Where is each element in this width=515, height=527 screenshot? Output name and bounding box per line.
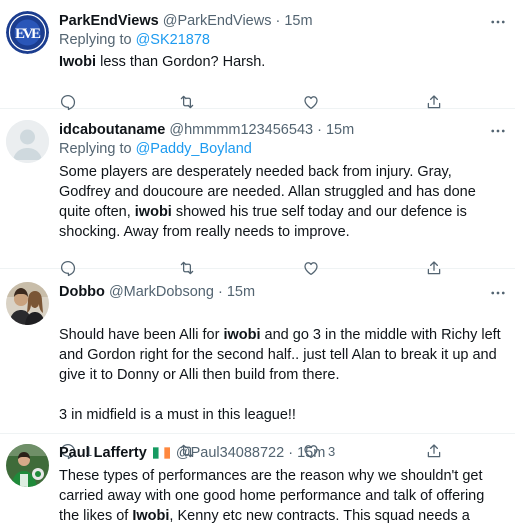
user-handle[interactable]: @Paul34088722 [176, 445, 284, 461]
tweet-text-part: iwobi [134, 204, 172, 220]
user-handle[interactable]: @hmmmm123456543 [169, 122, 313, 138]
user-handle[interactable]: @MarkDobsong [109, 284, 214, 300]
parkendviews-logo: E V E [6, 11, 49, 54]
tweet[interactable]: Paul Lafferty @Paul34088722 · 15m These … [0, 434, 515, 527]
tweet[interactable]: Dobbo @MarkDobsong · 15m Should have bee… [0, 269, 515, 460]
separator: · [313, 122, 326, 138]
timestamp[interactable]: 15m [284, 13, 312, 29]
reply-feed: E V E ParkEndViews @ParkEndViews · 15m R… [0, 0, 515, 527]
more-icon[interactable] [487, 282, 509, 304]
user-photo [6, 282, 49, 325]
separator: · [213, 284, 227, 300]
avatar[interactable] [6, 120, 49, 163]
user-handle[interactable]: @ParkEndViews [163, 13, 272, 29]
replying-to-label: Replying to [59, 32, 136, 48]
tweet-header: idcaboutaname @hmmmm123456543 · 15m [59, 121, 501, 140]
timestamp[interactable]: 15m [227, 284, 255, 300]
svg-text:E: E [31, 26, 41, 42]
tweet-text: Should have been Alli for iwobi and go 3… [59, 305, 501, 425]
replying-to-link[interactable]: @SK21878 [136, 32, 210, 48]
display-name[interactable]: Dobbo [59, 284, 105, 300]
tweet-text: These types of performances are the reas… [59, 466, 501, 527]
timestamp[interactable]: 15m [297, 445, 325, 461]
tweet-text-part: less than Gordon? Harsh. [96, 54, 266, 70]
replying-to: Replying to @Paddy_Boyland [59, 140, 501, 159]
tweet[interactable]: E V E ParkEndViews @ParkEndViews · 15m R… [0, 0, 515, 111]
tweet-text-part: Iwobi [59, 54, 97, 70]
tweet-text-part: Iwobi [132, 508, 170, 524]
separator: · [284, 445, 298, 461]
ireland-flag-icon [152, 447, 170, 459]
display-name[interactable]: idcaboutaname [59, 122, 165, 138]
separator: · [271, 13, 285, 29]
more-icon[interactable] [487, 120, 509, 142]
timestamp[interactable]: 15m [326, 122, 354, 138]
tweet-text: Iwobi less than Gordon? Harsh. [59, 52, 501, 72]
avatar[interactable] [6, 282, 49, 325]
display-name[interactable]: ParkEndViews [59, 13, 159, 29]
replying-to-link[interactable]: @Paddy_Boyland [136, 141, 252, 157]
tweet[interactable]: idcaboutaname @hmmmm123456543 · 15m Repl… [0, 109, 515, 277]
display-name[interactable]: Paul Lafferty [59, 445, 147, 461]
tweet-header: Dobbo @MarkDobsong · 15m [59, 283, 501, 302]
replying-to-label: Replying to [59, 141, 136, 157]
user-photo [6, 444, 49, 487]
avatar[interactable]: E V E [6, 11, 49, 54]
avatar[interactable] [6, 444, 49, 487]
tweet-text: Some players are desperately needed back… [59, 162, 501, 242]
tweet-text-part: Should have been Alli for [59, 327, 224, 343]
replying-to: Replying to @SK21878 [59, 31, 501, 50]
tweet-text-part: iwobi [223, 327, 261, 343]
default-avatar-icon [6, 120, 49, 163]
more-icon[interactable] [487, 11, 509, 33]
tweet-header: Paul Lafferty @Paul34088722 · 15m [59, 444, 501, 463]
tweet-header: ParkEndViews @ParkEndViews · 15m [59, 12, 501, 31]
